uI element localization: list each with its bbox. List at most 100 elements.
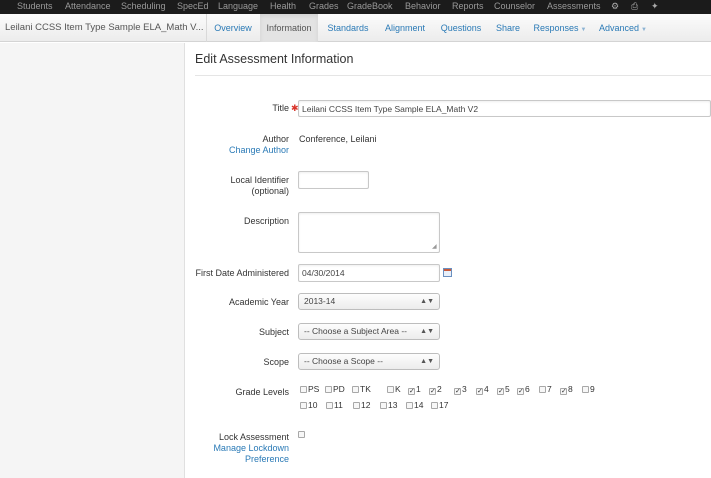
tab-label: Alignment bbox=[384, 23, 426, 33]
grade-checkbox[interactable] bbox=[539, 386, 546, 393]
change-author-link[interactable]: Change Author bbox=[229, 145, 289, 156]
academic-year-select[interactable]: 2013-14 ▲▼ bbox=[298, 293, 440, 310]
nav-scheduling[interactable]: Scheduling bbox=[121, 1, 166, 11]
nav-grades[interactable]: Grades bbox=[309, 1, 339, 11]
grade-option-tk[interactable]: TK bbox=[352, 384, 371, 394]
grade-levels-label: Grade Levels bbox=[235, 387, 289, 397]
grade-checkbox[interactable] bbox=[352, 386, 359, 393]
nav-language[interactable]: Language bbox=[218, 1, 258, 11]
grade-checkbox[interactable] bbox=[300, 402, 307, 409]
grade-checkbox[interactable] bbox=[406, 402, 413, 409]
grade-option-12[interactable]: 12 bbox=[353, 400, 370, 410]
tab-advanced[interactable]: Advanced ▼ bbox=[595, 14, 651, 42]
grade-option-4[interactable]: ✓4 bbox=[476, 384, 489, 395]
tab-alignment[interactable]: Alignment bbox=[378, 14, 432, 42]
wrench-icon[interactable]: ✦ bbox=[651, 1, 659, 11]
grade-option-5[interactable]: ✓5 bbox=[497, 384, 510, 395]
grade-option-7[interactable]: 7 bbox=[539, 384, 552, 394]
select-arrows-icon: ▲▼ bbox=[420, 298, 434, 305]
local-id-optional: (optional) bbox=[251, 186, 289, 196]
grade-checkbox[interactable] bbox=[353, 402, 360, 409]
tab-label: Questions bbox=[440, 23, 482, 33]
author-label: Author bbox=[262, 134, 289, 144]
nav-behavior[interactable]: Behavior bbox=[405, 1, 441, 11]
grade-checkbox[interactable]: ✓ bbox=[429, 388, 436, 395]
nav-attendance[interactable]: Attendance bbox=[65, 1, 111, 11]
grade-option-11[interactable]: 11 bbox=[326, 400, 343, 410]
grade-checkbox[interactable] bbox=[387, 386, 394, 393]
subject-select[interactable]: -- Choose a Subject Area -- ▲▼ bbox=[298, 323, 440, 340]
grade-checkbox[interactable]: ✓ bbox=[408, 388, 415, 395]
resize-handle-icon[interactable]: ◢ bbox=[432, 243, 437, 250]
assessment-header: Leilani CCSS Item Type Sample ELA_Math V… bbox=[0, 14, 711, 42]
tab-label: Standards bbox=[327, 23, 369, 33]
grade-option-13[interactable]: 13 bbox=[380, 400, 397, 410]
grade-option-14[interactable]: 14 bbox=[406, 400, 423, 410]
grade-checkbox[interactable]: ✓ bbox=[560, 388, 567, 395]
grade-option-6[interactable]: ✓6 bbox=[517, 384, 530, 395]
grade-checkbox[interactable] bbox=[582, 386, 589, 393]
local-identifier-input[interactable] bbox=[298, 171, 369, 189]
grade-label: 6 bbox=[525, 384, 530, 394]
grade-checkbox[interactable]: ✓ bbox=[454, 388, 461, 395]
tab-questions[interactable]: Questions bbox=[436, 14, 486, 42]
first-date-label: First Date Administered bbox=[195, 268, 289, 278]
tab-standards[interactable]: Standards bbox=[321, 14, 375, 42]
nav-speced[interactable]: SpecEd bbox=[177, 1, 209, 11]
description-textarea[interactable] bbox=[298, 212, 440, 253]
grade-label: 7 bbox=[547, 384, 552, 394]
grade-checkbox[interactable]: ✓ bbox=[476, 388, 483, 395]
grade-checkbox[interactable] bbox=[300, 386, 307, 393]
scope-select[interactable]: -- Choose a Scope -- ▲▼ bbox=[298, 353, 440, 370]
description-label: Description bbox=[243, 216, 289, 226]
academic-year-label: Academic Year bbox=[228, 297, 289, 307]
grade-checkbox[interactable] bbox=[325, 386, 332, 393]
grade-option-9[interactable]: 9 bbox=[582, 384, 595, 394]
nav-students[interactable]: Students bbox=[17, 1, 53, 11]
title-label: Title bbox=[272, 103, 289, 113]
tab-share[interactable]: Share bbox=[490, 14, 526, 42]
chevron-down-icon: ▼ bbox=[580, 27, 587, 33]
calendar-icon[interactable] bbox=[443, 268, 452, 277]
tab-information[interactable]: Information bbox=[260, 14, 318, 42]
grade-checkbox[interactable] bbox=[380, 402, 387, 409]
tab-responses[interactable]: Responses ▼ bbox=[530, 14, 590, 42]
assessment-title: Leilani CCSS Item Type Sample ELA_Math V… bbox=[5, 22, 204, 33]
grade-option-3[interactable]: ✓3 bbox=[454, 384, 467, 395]
select-arrows-icon: ▲▼ bbox=[420, 328, 434, 335]
grade-option-pd[interactable]: PD bbox=[325, 384, 345, 394]
heading-divider bbox=[195, 75, 711, 76]
grade-checkbox[interactable] bbox=[326, 402, 333, 409]
academic-year-value: 2013-14 bbox=[304, 296, 336, 306]
grade-label: 5 bbox=[505, 384, 510, 394]
nav-reports[interactable]: Reports bbox=[452, 1, 484, 11]
grade-checkbox[interactable]: ✓ bbox=[497, 388, 504, 395]
grade-option-k[interactable]: K bbox=[387, 384, 401, 394]
tab-label: Responses bbox=[533, 23, 579, 33]
manage-lockdown-link-2[interactable]: Preference bbox=[245, 454, 289, 465]
first-date-input[interactable]: 04/30/2014 bbox=[298, 264, 440, 282]
print-icon[interactable]: ⎙ bbox=[631, 1, 638, 11]
page-title: Edit Assessment Information bbox=[195, 52, 354, 66]
nav-gradebook[interactable]: GradeBook bbox=[347, 1, 393, 11]
grade-checkbox[interactable]: ✓ bbox=[517, 388, 524, 395]
grade-option-1[interactable]: ✓1 bbox=[408, 384, 421, 395]
grade-option-8[interactable]: ✓8 bbox=[560, 384, 573, 395]
nav-counselor[interactable]: Counselor bbox=[494, 1, 535, 11]
tab-overview[interactable]: Overview bbox=[208, 14, 258, 42]
manage-lockdown-link[interactable]: Manage Lockdown bbox=[213, 443, 289, 454]
grade-checkbox[interactable] bbox=[431, 402, 438, 409]
title-input[interactable]: Leilani CCSS Item Type Sample ELA_Math V… bbox=[298, 100, 711, 117]
grade-option-10[interactable]: 10 bbox=[300, 400, 317, 410]
grade-label: PD bbox=[333, 384, 345, 394]
grade-option-ps[interactable]: PS bbox=[300, 384, 319, 394]
grade-option-17[interactable]: 17 bbox=[431, 400, 448, 410]
grade-label: K bbox=[395, 384, 401, 394]
grade-option-2[interactable]: ✓2 bbox=[429, 384, 442, 395]
nav-health[interactable]: Health bbox=[270, 1, 296, 11]
scope-label: Scope bbox=[263, 357, 289, 367]
scope-value: -- Choose a Scope -- bbox=[304, 356, 383, 366]
gear-icon[interactable]: ⚙ bbox=[611, 1, 619, 11]
nav-assessments[interactable]: Assessments bbox=[547, 1, 601, 11]
lock-assessment-checkbox[interactable] bbox=[298, 431, 305, 438]
